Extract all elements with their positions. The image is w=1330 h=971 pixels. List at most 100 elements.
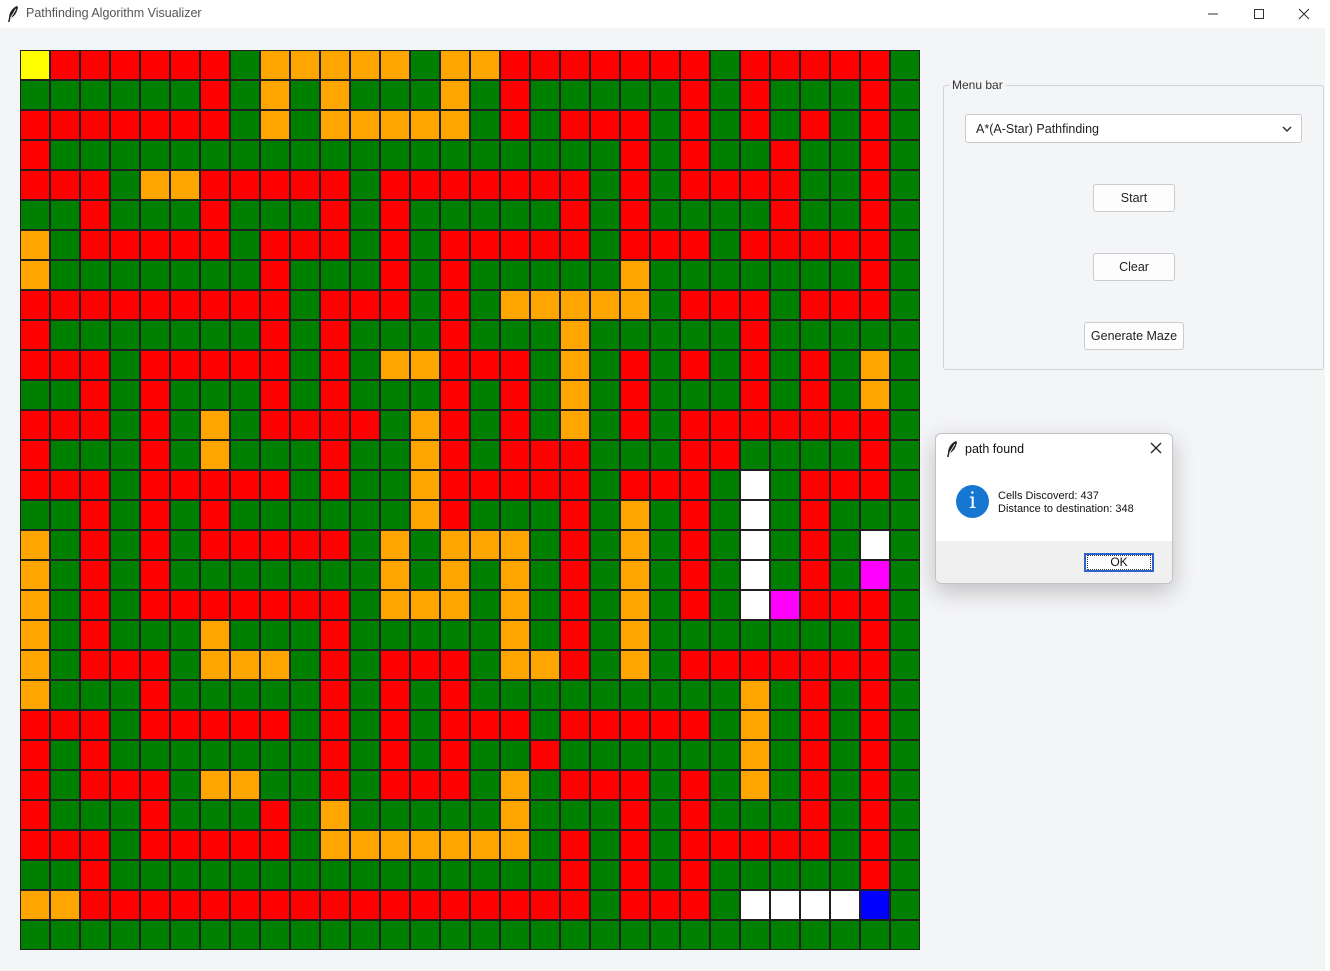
grid-cell-open[interactable] [530,860,560,890]
grid-cell-open[interactable] [110,740,140,770]
grid-cell-open[interactable] [110,260,140,290]
grid-cell-wall[interactable] [80,410,110,440]
grid-cell-open[interactable] [560,140,590,170]
grid-cell-wall[interactable] [560,170,590,200]
grid-cell-visited[interactable] [590,290,620,320]
grid-cell-open[interactable] [230,230,260,260]
grid-cell-visited[interactable] [260,650,290,680]
grid-cell-visited[interactable] [740,770,770,800]
grid-cell-visited[interactable] [560,350,590,380]
grid-cell-open[interactable] [650,800,680,830]
grid-cell-wall[interactable] [170,230,200,260]
grid-cell-wall[interactable] [410,770,440,800]
grid-cell-wall[interactable] [200,830,230,860]
grid-cell-open[interactable] [830,710,860,740]
grid-cell-path[interactable] [830,890,860,920]
grid-cell-wall[interactable] [500,230,530,260]
grid-cell-open[interactable] [500,320,530,350]
grid-cell-open[interactable] [410,50,440,80]
grid-cell-visited[interactable] [860,380,890,410]
grid-cell-open[interactable] [590,740,620,770]
grid-cell-wall[interactable] [710,830,740,860]
grid-cell-wall[interactable] [470,890,500,920]
grid-cell-open[interactable] [410,290,440,320]
grid-cell-open[interactable] [650,320,680,350]
grid-cell-open[interactable] [800,320,830,350]
grid-cell-open[interactable] [890,620,920,650]
grid-cell-visited[interactable] [20,680,50,710]
grid-cell-open[interactable] [410,860,440,890]
grid-cell-wall[interactable] [50,110,80,140]
grid-cell-wall[interactable] [140,710,170,740]
grid-cell-wall[interactable] [860,740,890,770]
grid-cell-open[interactable] [20,860,50,890]
grid-cell-wall[interactable] [440,470,470,500]
grid-cell-wall[interactable] [530,470,560,500]
grid-cell-wall[interactable] [80,470,110,500]
grid-cell-open[interactable] [290,680,320,710]
grid-cell-wall[interactable] [440,380,470,410]
grid-cell-wall[interactable] [530,170,560,200]
grid-cell-wall[interactable] [440,680,470,710]
grid-cell-wall[interactable] [830,590,860,620]
grid-cell-open[interactable] [350,500,380,530]
grid-cell-wall[interactable] [260,530,290,560]
grid-cell-open[interactable] [560,680,590,710]
grid-cell-wall[interactable] [260,470,290,500]
grid-cell-open[interactable] [290,80,320,110]
grid-cell-visited[interactable] [230,770,260,800]
grid-cell-wall[interactable] [530,50,560,80]
grid-cell-open[interactable] [530,500,560,530]
grid-cell-wall[interactable] [710,170,740,200]
grid-cell-wall[interactable] [590,710,620,740]
grid-cell-wall[interactable] [860,590,890,620]
grid-cell-open[interactable] [50,680,80,710]
grid-cell-wall[interactable] [710,410,740,440]
grid-cell-open[interactable] [680,320,710,350]
grid-cell-open[interactable] [50,920,80,950]
grid-cell-open[interactable] [710,260,740,290]
grid-cell-wall[interactable] [680,170,710,200]
grid-cell-open[interactable] [620,320,650,350]
grid-cell-visited[interactable] [410,500,440,530]
grid-cell-open[interactable] [590,320,620,350]
grid-cell-wall[interactable] [80,530,110,560]
grid-cell-visited[interactable] [620,290,650,320]
grid-cell-wall[interactable] [770,200,800,230]
grid-cell-visited[interactable] [20,650,50,680]
grid-cell-open[interactable] [200,380,230,410]
grid-cell-open[interactable] [770,710,800,740]
grid-cell-open[interactable] [590,830,620,860]
grid-cell-open[interactable] [50,200,80,230]
grid-cell-open[interactable] [530,800,560,830]
grid-cell-open[interactable] [560,920,590,950]
grid-cell-wall[interactable] [230,170,260,200]
grid-cell-open[interactable] [830,260,860,290]
grid-cell-open[interactable] [470,860,500,890]
grid-cell-open[interactable] [890,590,920,620]
grid-cell-open[interactable] [290,260,320,290]
grid-cell-wall[interactable] [20,290,50,320]
grid-cell-path[interactable] [740,470,770,500]
grid-cell-open[interactable] [470,140,500,170]
grid-cell-open[interactable] [230,860,260,890]
grid-cell-open[interactable] [350,470,380,500]
grid-cell-visited[interactable] [350,110,380,140]
grid-cell-wall[interactable] [80,560,110,590]
grid-cell-wall[interactable] [770,830,800,860]
grid-cell-open[interactable] [80,320,110,350]
grid-cell-wall[interactable] [140,500,170,530]
grid-cell-open[interactable] [470,770,500,800]
grid-cell-open[interactable] [740,620,770,650]
grid-cell-wall[interactable] [440,170,470,200]
grid-cell-wall[interactable] [320,650,350,680]
grid-cell-path[interactable] [740,890,770,920]
grid-cell-wall[interactable] [230,290,260,320]
grid-cell-wall[interactable] [530,740,560,770]
grid-cell-visited[interactable] [380,530,410,560]
grid-cell-open[interactable] [260,860,290,890]
grid-cell-open[interactable] [20,920,50,950]
grid-cell-open[interactable] [110,440,140,470]
grid-cell-open[interactable] [890,860,920,890]
grid-cell-wall[interactable] [830,650,860,680]
